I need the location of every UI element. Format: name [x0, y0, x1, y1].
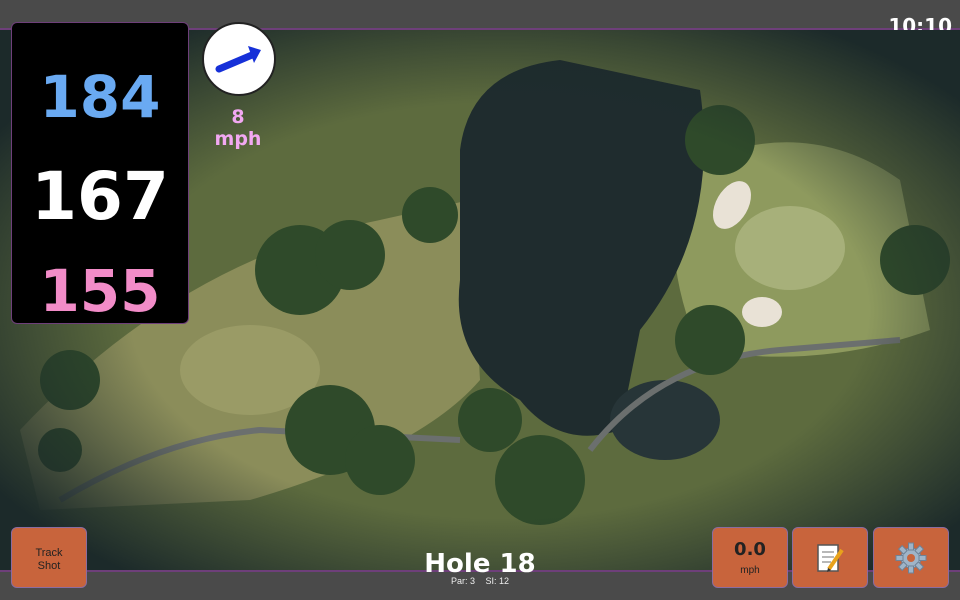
settings-button[interactable] — [873, 527, 949, 588]
back-distance: 184 — [39, 63, 161, 131]
gear-icon — [895, 542, 927, 574]
track-shot-label-line1: Track — [35, 547, 63, 559]
speed-unit: mph — [740, 565, 760, 576]
hole-title: Hole 18 — [424, 549, 536, 579]
wind-speed: 8 mph — [214, 106, 262, 150]
hole-par: Par: 3 — [450, 576, 475, 586]
hole-info: Hole 18 Par: 3 SI: 12 — [380, 550, 580, 586]
hole-stroke-index: SI: 12 — [485, 576, 510, 586]
speed-value: 0.0 — [734, 539, 766, 560]
distance-panel: 184 167 155 — [11, 22, 189, 325]
speed-button[interactable]: 0.0 mph — [712, 527, 788, 588]
notes-button[interactable] — [792, 527, 868, 588]
wind-indicator — [202, 22, 276, 96]
front-distance: 155 — [39, 257, 161, 325]
arrow-icon — [215, 46, 261, 73]
track-shot-button[interactable]: Track Shot — [11, 527, 87, 588]
track-shot-label-line2: Shot — [37, 560, 61, 572]
middle-distance: 167 — [31, 158, 169, 235]
notepad-icon — [817, 544, 844, 572]
